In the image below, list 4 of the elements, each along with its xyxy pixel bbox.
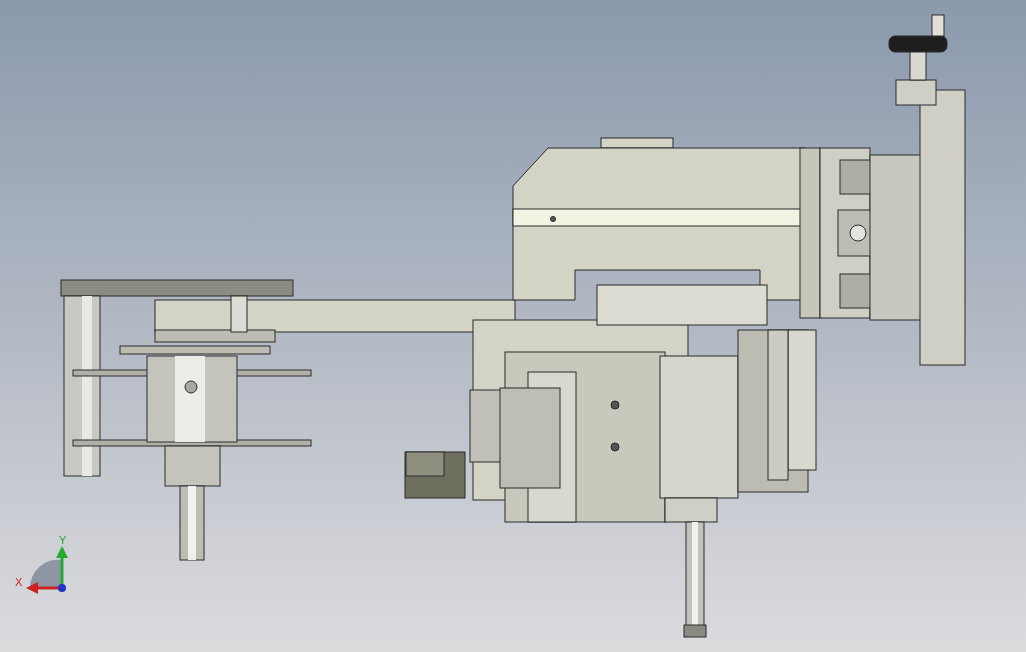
y-axis-label: Y (59, 534, 67, 546)
x-axis-label: X (15, 576, 23, 588)
triad-quadrant-icon (30, 559, 62, 588)
z-axis-icon (58, 584, 66, 592)
